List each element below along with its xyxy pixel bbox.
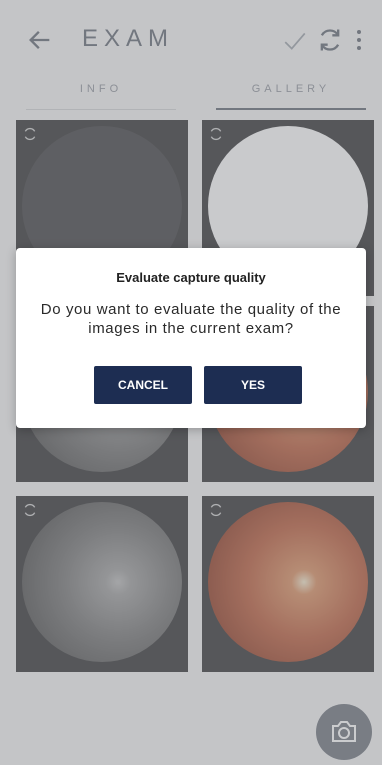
yes-button[interactable]: YES (204, 366, 302, 404)
dialog-message: Do you want to evaluate the quality of t… (40, 301, 342, 337)
dialog-title: Evaluate capture quality (116, 270, 266, 285)
cancel-button[interactable]: CANCEL (94, 366, 192, 404)
evaluate-quality-dialog: Evaluate capture quality Do you want to … (16, 248, 366, 428)
